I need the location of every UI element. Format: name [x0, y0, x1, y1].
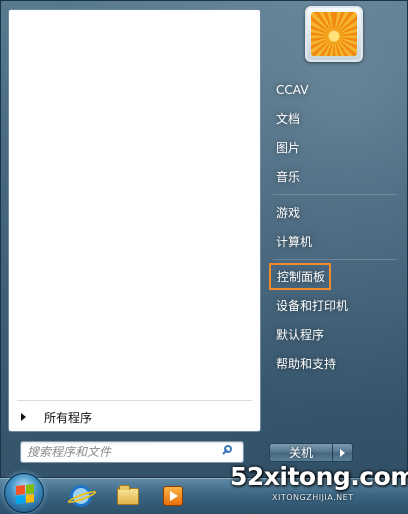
menu-item-computer[interactable]: 计算机 — [267, 227, 403, 256]
search-icon[interactable] — [221, 443, 239, 461]
menu-item-devices-printers[interactable]: 设备和打印机 — [267, 291, 403, 320]
windows-logo-icon — [16, 484, 34, 504]
right-menu: CCAV 文档 图片 音乐 游戏 计算机 控制面板 设备和打印机 默认程序 帮助… — [267, 75, 403, 378]
menu-item-music[interactable]: 音乐 — [267, 162, 403, 191]
media-player-icon[interactable] — [163, 486, 183, 506]
internet-explorer-icon[interactable] — [70, 485, 92, 507]
triangle-right-icon — [21, 413, 26, 421]
shutdown-options-button[interactable] — [333, 443, 353, 462]
start-menu: 所有程序 CCAV 文档 图片 音乐 游戏 计算机 控制面板 设备和打印机 默认… — [0, 0, 408, 478]
watermark-main: 52xitong.com — [230, 462, 408, 491]
search-box[interactable] — [20, 441, 244, 463]
watermark: 52xitong.com XITONGZHIJIA.NET — [230, 462, 408, 512]
start-button[interactable] — [4, 473, 44, 513]
all-programs-button[interactable]: 所有程序 — [17, 405, 252, 429]
menu-item-pictures[interactable]: 图片 — [267, 133, 403, 162]
menu-separator — [273, 259, 397, 260]
menu-item-default-programs[interactable]: 默认程序 — [267, 320, 403, 349]
all-programs-label: 所有程序 — [44, 410, 93, 425]
divider — [17, 400, 252, 401]
search-input[interactable] — [21, 443, 221, 461]
triangle-right-icon — [340, 448, 345, 457]
recent-programs-list — [9, 10, 260, 398]
menu-separator — [273, 194, 397, 195]
flower-avatar-icon — [311, 12, 357, 56]
programs-pane: 所有程序 — [8, 9, 261, 432]
user-picture[interactable] — [305, 6, 363, 62]
windows-explorer-icon[interactable] — [117, 485, 139, 505]
watermark-sub: XITONGZHIJIA.NET — [272, 493, 354, 502]
menu-item-games[interactable]: 游戏 — [267, 198, 403, 227]
menu-item-documents[interactable]: 文档 — [267, 104, 403, 133]
shutdown-group: 关机 — [269, 443, 353, 462]
menu-item-control-panel[interactable]: 控制面板 — [269, 263, 331, 290]
shutdown-button[interactable]: 关机 — [269, 443, 333, 462]
menu-item-help-support[interactable]: 帮助和支持 — [267, 349, 403, 378]
menu-item-user[interactable]: CCAV — [267, 75, 403, 104]
